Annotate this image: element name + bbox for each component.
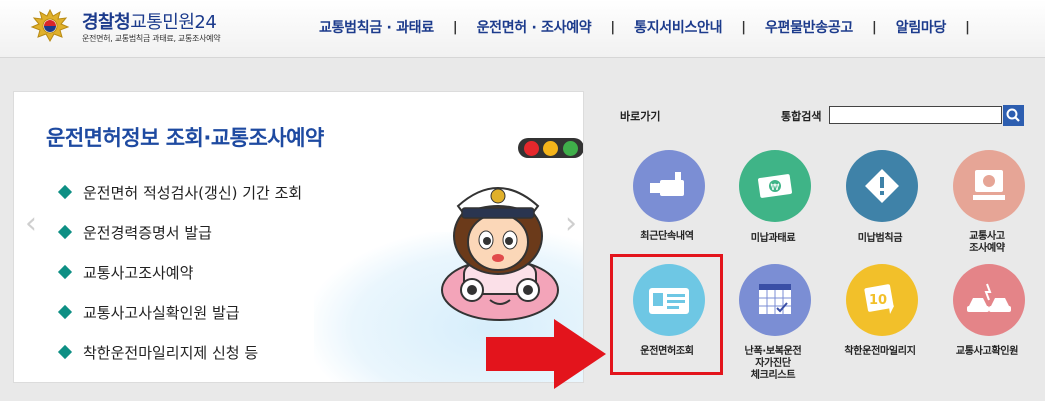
quick-item-label: 미납과태료 xyxy=(750,233,796,244)
banner-menu: 운전면허 적성검사(갱신) 기간 조회 운전경력증명서 발급 교통사고조사예약 … xyxy=(57,172,303,372)
quick-reckless-checklist[interactable]: 난폭·보복운전 자가진단 체크리스트 xyxy=(723,264,823,381)
highlight-box xyxy=(610,254,723,375)
car-crash-icon xyxy=(967,283,1011,312)
global-nav: 교통범칙금 · 과태료 | 운전면허 · 조사예약 | 통지서비스안내 | 우편… xyxy=(300,14,970,40)
warning-icon xyxy=(865,169,899,203)
banner-item-mileage[interactable]: 착한운전마일리지제 신청 등 xyxy=(57,332,302,372)
banner-item-label: 교통사고조사예약 xyxy=(83,263,194,282)
banner-item-accident-reservation[interactable]: 교통사고조사예약 xyxy=(57,252,302,292)
diamond-bullet-icon xyxy=(57,344,73,360)
reckless-checklist-circle xyxy=(739,264,811,336)
quick-item-label: 착한운전마일리지 xyxy=(844,346,916,357)
diamond-bullet-icon xyxy=(57,304,73,320)
nav-separator: | xyxy=(741,19,746,35)
unpaid-penalty-circle xyxy=(846,150,918,222)
banner-title: 운전면허정보 조회·교통조사예약 xyxy=(46,126,324,150)
diamond-bullet-icon xyxy=(57,184,73,200)
quick-accident-reservation[interactable]: 교통사고 조사예약 xyxy=(937,150,1037,256)
mileage-icon: 10 xyxy=(864,284,894,314)
banner-item-license-renewal[interactable]: 운전면허 적성검사(갱신) 기간 조회 xyxy=(57,172,303,212)
good-driving-mileage-circle: 10 xyxy=(846,264,918,336)
quick-links-label: 바로가기 xyxy=(620,110,661,123)
logo-title-main: 경찰청 xyxy=(82,12,131,33)
camera-icon xyxy=(650,172,684,196)
quick-accident-certificate[interactable]: 교통사고확인원 xyxy=(937,264,1037,370)
nav-separator: | xyxy=(872,19,877,35)
quick-item-label: 교통사고 조사예약 xyxy=(969,231,1005,254)
nav-fines[interactable]: 교통범칙금 · 과태료 xyxy=(300,17,434,37)
site-logo[interactable]: 경찰청교통민원24 운전면허, 교통범칙금 과태료, 교통조사예약 xyxy=(22,6,262,48)
nav-separator: | xyxy=(610,19,616,35)
banner-item-label: 교통사고사실확인원 발급 xyxy=(83,303,240,322)
nav-separator: | xyxy=(965,19,970,35)
quick-unpaid-penalty[interactable]: 미납범칙금 xyxy=(830,150,930,256)
nav-license[interactable]: 운전면허 · 조사예약 xyxy=(458,17,592,37)
quick-good-driving-mileage[interactable]: 10 착한운전마일리지 xyxy=(830,264,930,370)
recent-enforcement-circle xyxy=(633,150,705,222)
unpaid-fine-circle: ₩ xyxy=(739,150,811,222)
logo-subtitle: 운전면허, 교통범칙금 과태료, 교통조사예약 xyxy=(82,34,221,43)
accident-certificate-circle xyxy=(953,264,1025,336)
red-arrow-icon xyxy=(486,319,606,389)
police-mascot-illustration xyxy=(441,187,559,321)
quick-item-label: 교통사고확인원 xyxy=(955,346,1019,357)
banner-item-label: 운전면허 적성검사(갱신) 기간 조회 xyxy=(83,183,303,202)
quick-unpaid-fine[interactable]: ₩ 미납과태료 xyxy=(723,150,823,256)
search-input[interactable] xyxy=(829,106,1002,124)
quick-item-label: 난폭·보복운전 자가진단 체크리스트 xyxy=(744,346,802,381)
svg-text:₩: ₩ xyxy=(771,183,780,193)
banner-item-accident-certificate[interactable]: 교통사고사실확인원 발급 xyxy=(57,292,302,332)
svg-text:10: 10 xyxy=(869,293,887,308)
search-button[interactable] xyxy=(1003,105,1024,126)
traffic-light-icon xyxy=(518,138,583,158)
checklist-icon xyxy=(759,284,791,314)
accident-reservation-circle xyxy=(953,150,1025,222)
quick-recent-enforcement[interactable]: 최근단속내역 xyxy=(617,150,717,256)
banner-item-label: 착한운전마일리지제 신청 등 xyxy=(83,343,259,362)
computer-icon xyxy=(973,170,1005,200)
banner-item-label: 운전경력증명서 발급 xyxy=(83,223,212,242)
banner-prev-button[interactable]: ‹ xyxy=(20,204,42,244)
nav-notices[interactable]: 알림마당 xyxy=(877,17,947,37)
nav-separator: | xyxy=(452,19,458,35)
diamond-bullet-icon xyxy=(57,224,73,240)
banner-item-career-certificate[interactable]: 운전경력증명서 발급 xyxy=(57,212,302,252)
logo-title-sub: 교통민원24 xyxy=(130,12,217,33)
quick-item-label: 최근단속내역 xyxy=(640,231,694,242)
nav-notice-service[interactable]: 통지서비스안내 xyxy=(615,17,722,37)
header: 경찰청교통민원24 운전면허, 교통범칙금 과태료, 교통조사예약 교통범칙금 … xyxy=(0,0,1045,58)
search-icon xyxy=(1006,108,1020,122)
police-emblem-icon xyxy=(30,8,70,43)
nav-returned-mail[interactable]: 우편물반송공고 xyxy=(746,17,853,37)
money-icon: ₩ xyxy=(758,174,792,198)
quick-item-label: 미납범칙금 xyxy=(857,233,903,244)
diamond-bullet-icon xyxy=(57,264,73,280)
logo-title: 경찰청교통민원24 xyxy=(82,8,217,34)
search-label: 통합검색 xyxy=(781,110,822,123)
